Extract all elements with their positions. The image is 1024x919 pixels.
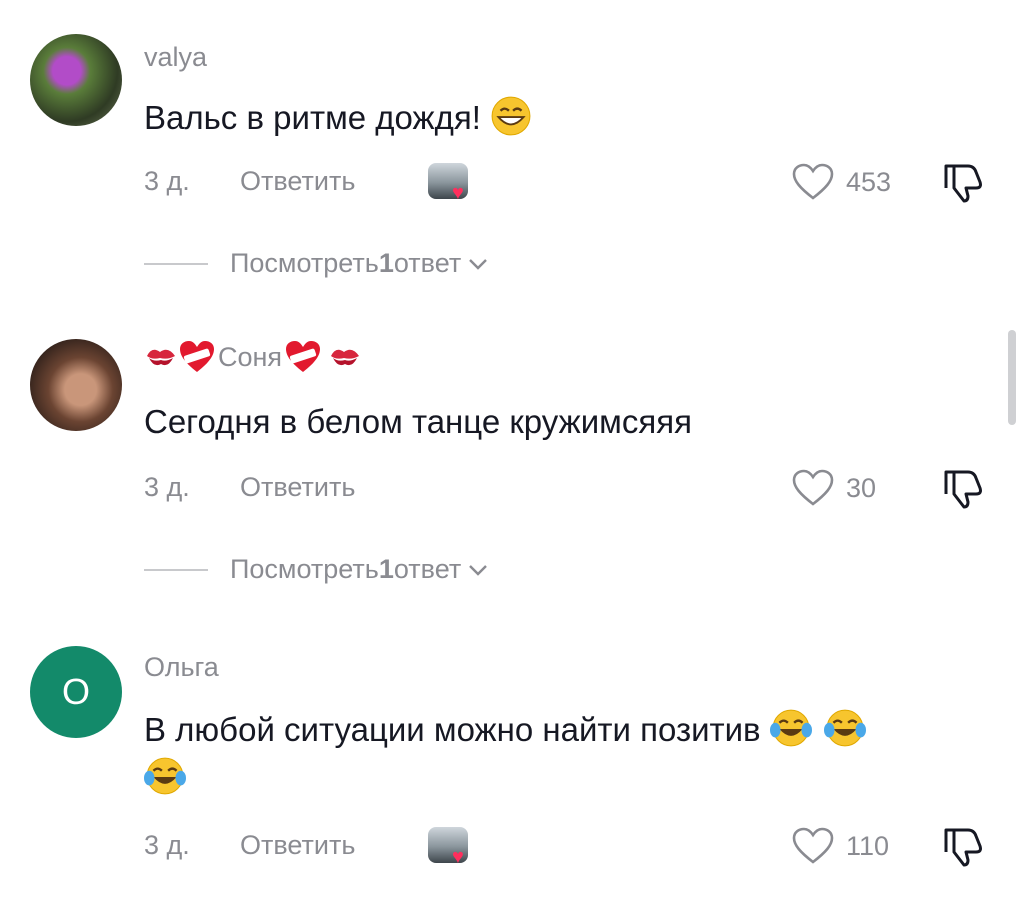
avatar[interactable] — [30, 339, 122, 431]
heart-outline-icon — [792, 163, 834, 200]
creator-liked-thumbnail: ♥ — [428, 163, 468, 203]
tears-of-joy-emoji-icon — [823, 709, 866, 747]
chevron-down-icon — [469, 564, 488, 576]
reply-button[interactable]: Ответить — [240, 166, 355, 197]
like-count: 30 — [846, 472, 877, 503]
tears-of-joy-emoji-icon — [769, 709, 812, 747]
avatar-letter: О — [61, 671, 90, 712]
heart-outline-icon — [792, 827, 834, 864]
comment-text-content: В любой ситуации можно найти позитив — [144, 711, 761, 748]
heart-icon: ♥ — [452, 846, 464, 868]
view-replies-button[interactable]: Посмотреть 1 ответ — [144, 554, 489, 585]
comment-time: 3 д. — [144, 472, 190, 502]
divider — [144, 262, 208, 265]
like-button[interactable]: 30 — [790, 468, 876, 508]
heart-icon: ♥ — [452, 182, 464, 204]
mending-heart-icon — [180, 341, 214, 372]
view-replies-prefix: Посмотреть — [230, 248, 379, 278]
comment-text: Сегодня в белом танце кружимсяяя — [144, 403, 692, 440]
view-replies-suffix: ответ — [393, 554, 462, 584]
like-count: 453 — [846, 166, 892, 197]
thumbs-down-icon[interactable] — [940, 466, 986, 510]
comment-time: 3 д. — [144, 166, 190, 196]
comment-username-row[interactable]: Соня — [144, 340, 362, 374]
comment-username[interactable]: Ольга — [144, 652, 219, 683]
heart-outline-icon — [792, 469, 834, 506]
kiss-mark-icon — [147, 349, 175, 366]
comment-username[interactable]: valya — [144, 42, 207, 73]
thumbs-down-icon[interactable] — [940, 824, 986, 868]
view-replies-count: 1 — [378, 554, 394, 584]
like-count: 110 — [846, 830, 890, 861]
divider — [144, 568, 208, 571]
kiss-mark-icon — [331, 349, 360, 366]
avatar[interactable]: О — [30, 646, 122, 738]
grinning-face-emoji-icon — [491, 96, 531, 136]
view-replies-prefix: Посмотреть — [230, 554, 379, 584]
reply-button[interactable]: Ответить — [240, 472, 355, 503]
chevron-down-icon — [469, 258, 488, 270]
comment-text: В любой ситуации можно найти позитив — [144, 706, 984, 802]
comment-time: 3 д. — [144, 830, 190, 860]
like-button[interactable]: 453 — [790, 162, 891, 202]
like-button[interactable]: 110 — [790, 826, 889, 866]
comment-text: Вальс в ритме дождя! — [144, 94, 984, 142]
comment-username: Соня — [218, 341, 283, 372]
bottom-fade — [0, 889, 1024, 919]
reply-button[interactable]: Ответить — [240, 830, 355, 861]
scrollbar[interactable] — [1008, 330, 1016, 425]
comment-text-content: Вальс в ритме дождя! — [144, 99, 481, 136]
view-replies-suffix: ответ — [393, 248, 462, 278]
view-replies-count: 1 — [378, 248, 394, 278]
tears-of-joy-emoji-icon — [144, 757, 186, 795]
avatar[interactable] — [30, 34, 122, 126]
thumbs-down-icon[interactable] — [940, 160, 986, 204]
mending-heart-icon — [286, 341, 321, 372]
creator-liked-thumbnail: ♥ — [428, 827, 468, 867]
view-replies-button[interactable]: Посмотреть 1 ответ — [144, 248, 489, 279]
